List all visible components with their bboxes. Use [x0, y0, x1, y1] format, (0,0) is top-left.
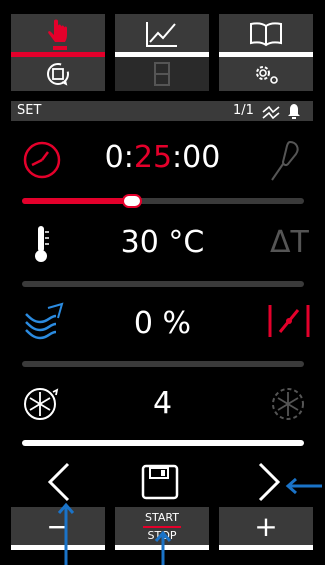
arrow-to-next-icon	[285, 477, 322, 495]
annotation-arrows	[57, 477, 322, 565]
arrow-to-start-stop-icon	[154, 530, 172, 565]
arrow-to-previous-icon	[57, 502, 75, 565]
